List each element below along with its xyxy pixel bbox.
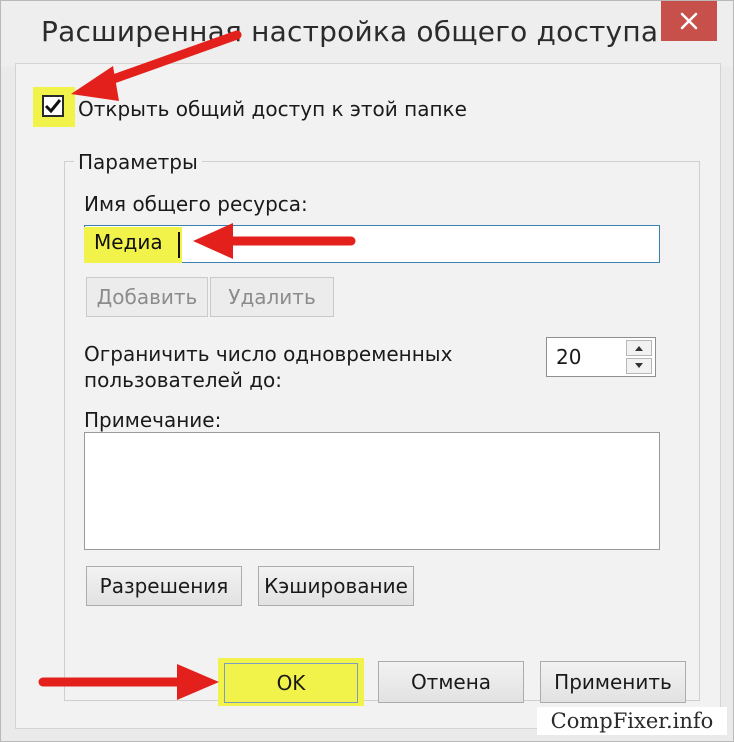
parameters-legend: Параметры bbox=[74, 150, 202, 174]
add-button[interactable]: Добавить bbox=[86, 277, 208, 317]
dialog-content: Открыть общий доступ к этой папке Параме… bbox=[15, 63, 721, 729]
arrow-to-ok bbox=[38, 664, 219, 700]
text-caret bbox=[178, 232, 180, 258]
dialog-window: Расширенная настройка общего доступа Отк… bbox=[0, 0, 734, 742]
close-icon bbox=[680, 12, 698, 30]
apply-button[interactable]: Применить bbox=[540, 661, 686, 703]
limit-label-line1: Ограничить число одновременных bbox=[84, 342, 453, 366]
spin-up-button[interactable] bbox=[626, 340, 652, 356]
watermark: CompFixer.info bbox=[537, 707, 727, 735]
limit-label-line2: пользователей до: bbox=[84, 368, 282, 392]
close-button[interactable] bbox=[661, 1, 717, 41]
comment-label: Примечание: bbox=[84, 408, 222, 432]
chevron-up-icon bbox=[635, 346, 643, 351]
spin-down-button[interactable] bbox=[626, 358, 652, 374]
comment-textarea[interactable] bbox=[84, 432, 660, 550]
arrow-to-checkbox bbox=[71, 30, 242, 101]
chevron-down-icon bbox=[635, 363, 643, 368]
caching-button[interactable]: Кэширование bbox=[258, 566, 414, 606]
user-limit-value[interactable]: 20 bbox=[556, 345, 581, 369]
remove-button[interactable]: Удалить bbox=[210, 277, 334, 317]
spin-buttons bbox=[626, 340, 652, 374]
ok-button[interactable]: OK bbox=[224, 663, 358, 703]
arrow-to-share-name bbox=[193, 223, 356, 259]
permissions-button[interactable]: Разрешения bbox=[86, 566, 242, 606]
checkmark-icon bbox=[44, 99, 62, 114]
share-name-value[interactable]: Медиа bbox=[94, 230, 163, 254]
cancel-button[interactable]: Отмена bbox=[378, 661, 524, 703]
